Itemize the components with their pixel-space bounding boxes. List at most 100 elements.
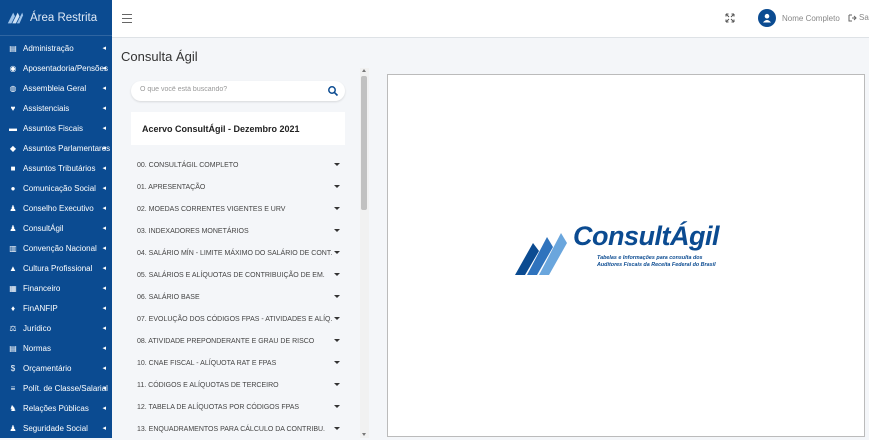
align-icon: ≡: [10, 383, 16, 393]
chapter-item[interactable]: 07. EVOLUÇÃO DOS CÓDIGOS FPAS - ATIVIDAD…: [131, 308, 345, 330]
scroll-up-icon[interactable]: [362, 69, 366, 72]
sidebar-item-17[interactable]: ≡ Polít. de Classe/Salarial ◂: [0, 378, 112, 398]
navigation-panel: Acervo ConsultÁgil - Dezembro 2021 00. C…: [121, 72, 369, 438]
chevron-left-icon: ◂: [102, 345, 106, 352]
chapter-item[interactable]: 01. APRESENTAÇÃO: [131, 176, 345, 198]
chapter-label: 13. ENQUADRAMENTOS PARA CÁLCULO DA CONTR…: [137, 425, 326, 433]
sidebar-item-14[interactable]: ⚖ Jurídico ◂: [0, 318, 112, 338]
sidebar-item-8[interactable]: ♟ Conselho Executivo ◂: [0, 198, 112, 218]
sidebar: Área Restrita ▤ Administração ◂ ◉ Aposentado…: [0, 0, 112, 438]
chevron-left-icon: ◂: [102, 105, 106, 112]
sidebar-item-label: Assuntos Tributários: [23, 163, 96, 173]
caret-down-icon: [334, 383, 340, 386]
landmark-icon: ▥: [9, 243, 17, 253]
logout-button[interactable]: Sair: [848, 13, 869, 22]
heart-icon: ♥: [10, 103, 16, 113]
caret-down-icon: [334, 207, 340, 210]
page-title: Consulta Ágil: [121, 49, 198, 64]
sidebar-item-9[interactable]: ♟ ConsultÁgil ◂: [0, 218, 112, 238]
chevron-left-icon: ◂: [102, 265, 106, 272]
user-avatar-icon[interactable]: [758, 9, 776, 27]
consultagil-logo-icon: [515, 233, 567, 275]
chapter-label: 10. CNAE FISCAL - ALÍQUOTA RAT E FPAS: [137, 359, 277, 367]
caret-down-icon: [334, 339, 340, 342]
topbar: Nome Completo Sair: [112, 0, 869, 38]
chevron-left-icon: ◂: [102, 405, 106, 412]
search-input[interactable]: [140, 86, 320, 93]
scrollbar-thumb[interactable]: [361, 76, 367, 210]
chapter-item[interactable]: 00. CONSULTÁGIL COMPLETO: [131, 154, 345, 176]
scroll-down-icon[interactable]: [362, 433, 366, 436]
wallet-icon: ▬: [9, 123, 17, 133]
user-tie-icon: ♟: [9, 203, 17, 213]
sidebar-item-11[interactable]: ▲ Cultura Profissional ◂: [0, 258, 112, 278]
sidebar-item-16[interactable]: $ Orçamentário ◂: [0, 358, 112, 378]
sidebar-item-6[interactable]: ■ Assuntos Tributários ◂: [0, 158, 112, 178]
chevron-left-icon: ◂: [102, 65, 106, 72]
chapter-item[interactable]: 03. INDEXADORES MONETÁRIOS: [131, 220, 345, 242]
sidebar-item-1[interactable]: ◉ Aposentadoria/Pensões ◂: [0, 58, 112, 78]
sidebar-item-12[interactable]: ▦ Financeiro ◂: [0, 278, 112, 298]
user-gear-icon: ♟: [9, 423, 17, 433]
chapter-item[interactable]: 08. ATIVIDADE PREPONDERANTE E GRAU DE RI…: [131, 330, 345, 352]
user-name[interactable]: Nome Completo: [782, 14, 840, 23]
sidebar-item-label: Conselho Executivo: [23, 203, 94, 213]
chapter-item[interactable]: 12. TABELA DE ALÍQUOTAS POR CÓDIGOS FPAS: [131, 396, 345, 418]
consultagil-logo: ConsultÁgil Tabelas e Informações para c…: [513, 215, 773, 285]
search-icon[interactable]: [327, 85, 339, 97]
sidebar-item-10[interactable]: ▥ Convenção Nacional ◂: [0, 238, 112, 258]
sidebar-item-0[interactable]: ▤ Administração ◂: [0, 38, 112, 58]
chapter-item[interactable]: 11. CÓDIGOS E ALÍQUOTAS DE TERCEIRO: [131, 374, 345, 396]
sidebar-item-4[interactable]: ▬ Assuntos Fiscais ◂: [0, 118, 112, 138]
chapter-item[interactable]: 13. ENQUADRAMENTOS PARA CÁLCULO DA CONTR…: [131, 418, 345, 440]
sidebar-item-13[interactable]: ♦ FinANFIP ◂: [0, 298, 112, 318]
chevron-left-icon: ◂: [102, 85, 106, 92]
brand[interactable]: Área Restrita: [0, 0, 112, 36]
chevron-left-icon: ◂: [102, 125, 106, 132]
chapter-item[interactable]: 02. MOEDAS CORRENTES VIGENTES E URV: [131, 198, 345, 220]
sidebar-item-19[interactable]: ♟ Seguridade Social ◂: [0, 418, 112, 438]
hamburger-menu-icon[interactable]: [122, 14, 132, 23]
sidebar-item-label: Cultura Profissional: [23, 263, 93, 273]
logo-tagline-line-2: Auditores Fiscais da Receita Federal do …: [597, 261, 716, 268]
chevron-left-icon: ◂: [102, 325, 106, 332]
chapter-label: 00. CONSULTÁGIL COMPLETO: [137, 161, 239, 169]
chevron-left-icon: ◂: [102, 245, 106, 252]
caret-down-icon: [334, 185, 340, 188]
fullscreen-icon[interactable]: [725, 13, 735, 23]
sidebar-item-15[interactable]: ▤ Normas ◂: [0, 338, 112, 358]
caret-down-icon: [334, 251, 340, 254]
building-icon: ▦: [9, 283, 17, 293]
chevron-left-icon: ◂: [102, 305, 106, 312]
sidebar-item-label: Administração: [23, 43, 74, 53]
chevron-left-icon: ◂: [102, 165, 106, 172]
caret-down-icon: [334, 295, 340, 298]
sidebar-item-5[interactable]: ◆ Assuntos Parlamentares ◂: [0, 138, 112, 158]
sidebar-item-2[interactable]: ◍ Assembleia Geral ◂: [0, 78, 112, 98]
thumbs-up-icon: ▲: [9, 263, 17, 273]
chapter-label: 03. INDEXADORES MONETÁRIOS: [137, 227, 249, 235]
chapter-item[interactable]: 06. SALÁRIO BASE: [131, 286, 345, 308]
chevron-left-icon: ◂: [102, 425, 106, 432]
chevron-left-icon: ◂: [102, 185, 106, 192]
panel-scrollbar[interactable]: [360, 68, 369, 438]
sidebar-item-3[interactable]: ♥ Assistenciais ◂: [0, 98, 112, 118]
user-search-icon: ◉: [9, 63, 17, 73]
briefcase-icon: ■: [10, 163, 16, 173]
chapter-item[interactable]: 05. SALÁRIOS E ALÍQUOTAS DE CONTRIBUIÇÃO…: [131, 264, 345, 286]
caret-down-icon: [334, 361, 340, 364]
sidebar-item-label: Jurídico: [23, 323, 52, 333]
logo-tagline: Tabelas e Informações para consulta dos …: [597, 255, 737, 268]
chapter-item[interactable]: 10. CNAE FISCAL - ALÍQUOTA RAT E FPAS: [131, 352, 345, 374]
sidebar-item-label: Comunicação Social: [23, 183, 96, 193]
chevron-left-icon: ◂: [102, 225, 106, 232]
search-box: [131, 81, 345, 101]
sidebar-item-7[interactable]: ● Comunicação Social ◂: [0, 178, 112, 198]
document-viewer: ConsultÁgil Tabelas e Informações para c…: [387, 74, 865, 437]
sidebar-item-label: Aposentadoria/Pensões: [23, 63, 108, 73]
chapter-item[interactable]: 04. SALÁRIO MÍN - LIMITE MÁXIMO DO SALÁR…: [131, 242, 345, 264]
sidebar-item-18[interactable]: ♞ Relações Públicas ◂: [0, 398, 112, 418]
chapter-label: 11. CÓDIGOS E ALÍQUOTAS DE TERCEIRO: [137, 381, 279, 389]
chapter-label: 07. EVOLUÇÃO DOS CÓDIGOS FPAS - ATIVIDAD…: [137, 315, 333, 323]
chevron-left-icon: ◂: [102, 145, 106, 152]
